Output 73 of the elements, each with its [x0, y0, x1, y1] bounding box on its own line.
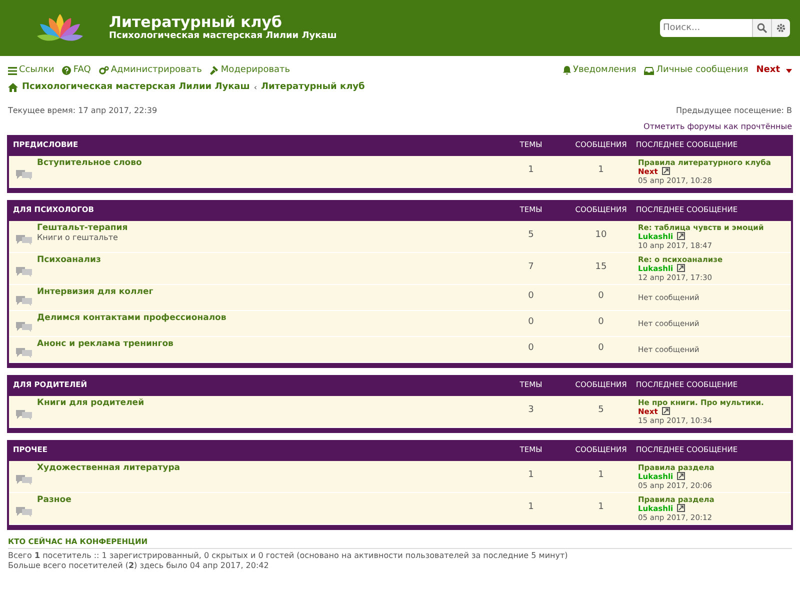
forum-title[interactable]: Вступительное слово	[37, 158, 496, 168]
menu-icon	[8, 66, 17, 75]
bell-icon	[562, 66, 571, 76]
forum-icon	[15, 234, 33, 244]
caret-icon	[786, 68, 792, 73]
view-post-icon[interactable]	[677, 232, 686, 240]
view-post-icon[interactable]	[677, 504, 686, 512]
site-description: Психологическая мастерская Лилии Лукаш	[109, 30, 338, 42]
forum-title[interactable]: Разное	[37, 494, 496, 506]
breadcrumb-link[interactable]: Психологическая мастерская Лилии Лукаш	[22, 82, 250, 94]
forum-icon	[15, 294, 33, 306]
post-count: 1	[597, 165, 605, 177]
search-button[interactable]	[752, 19, 771, 37]
search-field[interactable]: Поиск...	[660, 19, 752, 37]
home-icon	[8, 83, 18, 92]
topic-count: 7	[527, 262, 535, 274]
mark-read-link[interactable]: Отметить форумы как прочтённые	[644, 122, 792, 132]
post-count: 5	[597, 405, 605, 417]
forum-title[interactable]: Художественная литература	[37, 462, 496, 474]
help-icon	[62, 66, 72, 76]
stats-text: Всего 1 посетитель :: 1 зарегистрированный, 0 скрытых и 0 гостей (основано на активности пользователей за последние 5 минут)	[8, 550, 569, 561]
nav-link[interactable]: Модерировать	[210, 65, 290, 76]
topic-count: 1	[527, 502, 535, 514]
view-post-icon[interactable]	[662, 167, 670, 175]
post-count: 10	[594, 230, 608, 242]
topic-count: 3	[527, 405, 535, 417]
view-post-icon[interactable]	[677, 264, 686, 272]
forum-icon	[15, 168, 33, 180]
stats-text: Больше всего посетителей (2) здесь было 04 апр 2017, 20:42	[8, 560, 270, 571]
forum-title[interactable]: Интервизия для коллег	[37, 286, 496, 298]
current-time: Текущее время: 17 апр 2017, 22:39	[8, 106, 158, 116]
gavel-icon	[210, 66, 219, 76]
inbox-icon	[644, 66, 654, 75]
forum-title[interactable]: Психоанализ	[37, 254, 496, 266]
view-post-icon[interactable]	[677, 472, 686, 480]
topic-count: 0	[527, 317, 535, 329]
links-menu[interactable]: Ссылки	[8, 65, 54, 76]
nav-link[interactable]: FAQ	[62, 65, 91, 76]
nav-link[interactable]: Личные сообщения	[644, 65, 748, 76]
settings-icon	[776, 23, 786, 33]
view-post-icon[interactable]	[662, 407, 670, 415]
forum-icon	[15, 320, 33, 332]
forum-icon	[15, 408, 33, 420]
forum-description: Книги о гештальте	[37, 233, 119, 244]
forum-title[interactable]: Гештальт-терапия	[37, 222, 496, 234]
post-count: 0	[597, 317, 605, 329]
settings-button[interactable]	[771, 19, 790, 37]
topic-count: 1	[527, 165, 535, 177]
post-count: 0	[597, 343, 605, 355]
post-count: 15	[594, 262, 608, 274]
topic-count: 5	[527, 230, 535, 242]
topic-count: 0	[527, 291, 535, 303]
user-menu[interactable]: Next	[756, 65, 792, 76]
breadcrumb-separator: ‹	[254, 82, 258, 93]
search-icon	[757, 23, 767, 33]
post-count: 1	[597, 470, 605, 482]
forum-icon	[15, 266, 33, 276]
post-count: 1	[597, 502, 605, 514]
nav-link[interactable]: Уведомления	[562, 65, 636, 76]
breadcrumb-link[interactable]: Литературный клуб	[261, 82, 365, 94]
forum-title[interactable]: Делимся контактами профессионалов	[37, 312, 496, 324]
forum-title[interactable]: Анонс и реклама тренингов	[37, 338, 496, 350]
lotus-logo-icon	[35, 12, 85, 44]
forum-icon	[15, 506, 33, 516]
topic-count: 0	[527, 343, 535, 355]
forum-icon	[15, 346, 33, 358]
forum-icon	[15, 474, 33, 484]
last-visit: Предыдущее посещение: В	[676, 106, 792, 116]
topic-count: 1	[527, 470, 535, 482]
forum-title[interactable]: Книги для родителей	[37, 398, 496, 408]
post-count: 0	[597, 291, 605, 303]
nav-link[interactable]: Администрировать	[98, 65, 202, 76]
site-title[interactable]: Литературный клуб	[109, 14, 660, 31]
